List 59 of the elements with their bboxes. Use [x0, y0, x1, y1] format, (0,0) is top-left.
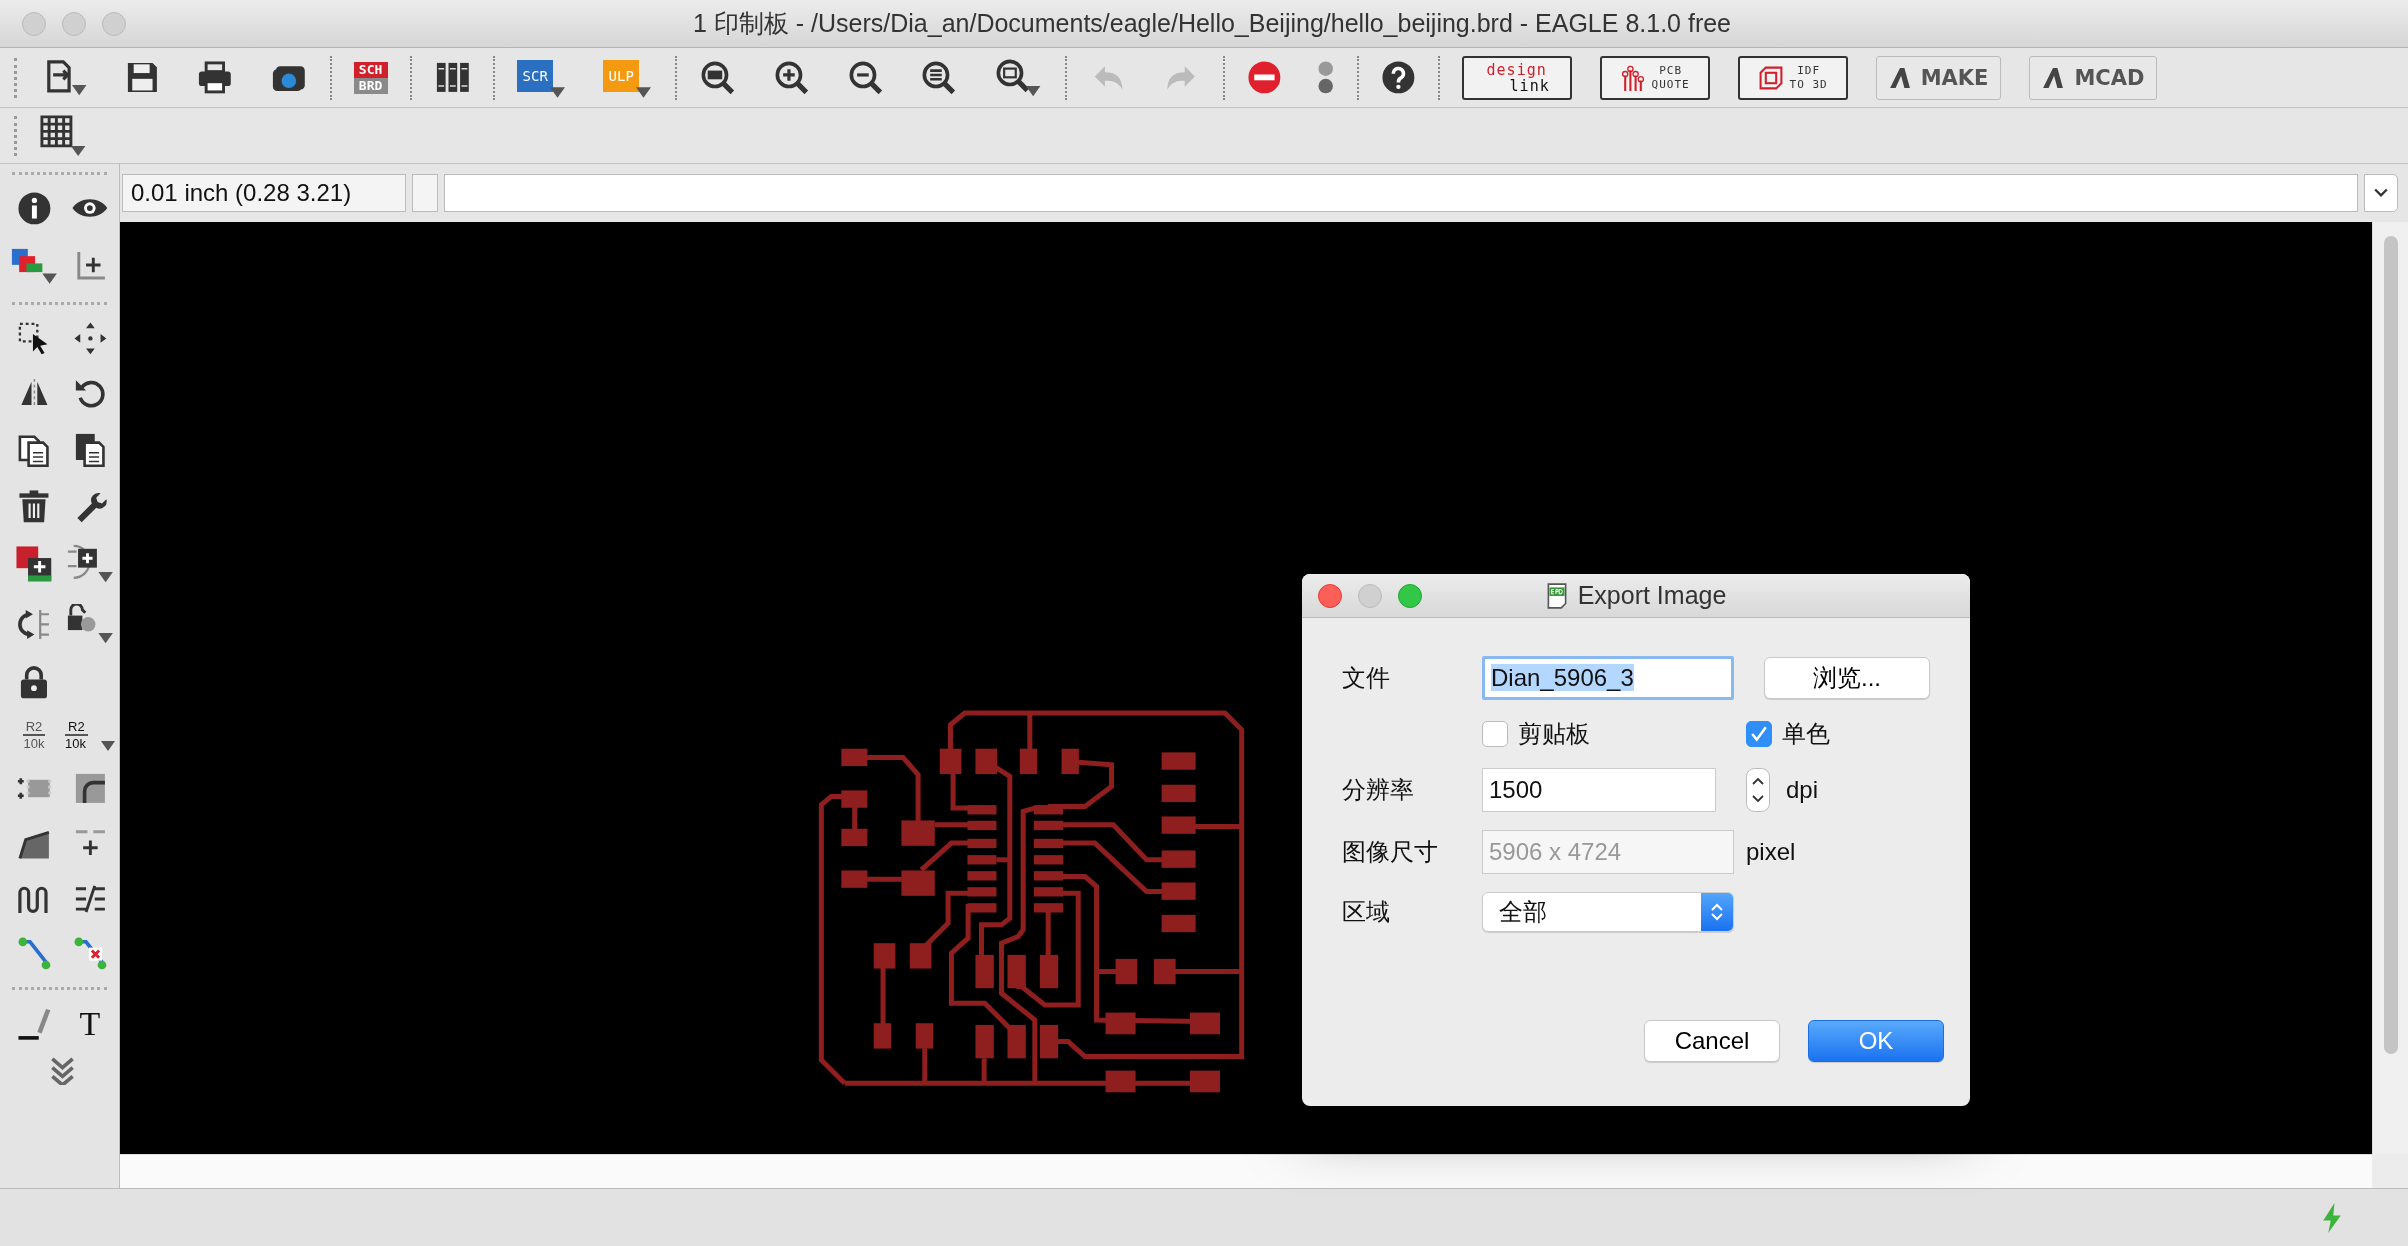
logo-icon [2042, 66, 2065, 89]
checkbox-label: 剪贴板 [1518, 719, 1590, 749]
route-icon[interactable] [16, 935, 52, 971]
status-field [412, 174, 438, 212]
stop-icon[interactable] [1246, 60, 1282, 95]
coordinate-display: 0.01 inch (0.28 3.21) [122, 174, 406, 212]
dropdown-button[interactable] [2364, 174, 2398, 212]
checkbox[interactable] [1746, 721, 1772, 747]
lightning-icon [2322, 1202, 2342, 1233]
help-icon[interactable] [1380, 60, 1416, 95]
field-label: 分辨率 [1342, 775, 1415, 805]
caret-icon [550, 86, 566, 98]
value-tool[interactable]: R2 10k [65, 719, 115, 752]
smash-icon[interactable] [65, 604, 115, 645]
dots-icon[interactable] [1317, 60, 1335, 95]
resolution-field[interactable]: 1500 [1482, 768, 1716, 812]
print-icon[interactable] [196, 60, 234, 95]
add-part-icon[interactable] [15, 544, 53, 583]
pen-icon[interactable] [16, 1006, 52, 1042]
window-title: 1 印制板 - /Users/Dia_an/Documents/eagle/Hello_Beijing/hello_beijing.brd - EAGLE 8.1.0 free [692, 8, 1732, 39]
circuit-icon [1619, 64, 1646, 91]
file-name-field[interactable]: Dian_5906_3 [1482, 656, 1734, 700]
board-file-icon [1545, 581, 1568, 610]
unit-label: pixel [1746, 838, 1797, 866]
replace-icon[interactable] [65, 543, 115, 585]
updown-arrows-icon [1710, 902, 1724, 922]
close-button[interactable] [1318, 583, 1342, 608]
checkmark-icon [1750, 725, 1768, 743]
logo-icon [1888, 66, 1911, 89]
chevron-down-icon [2374, 188, 2388, 198]
field-label: 图像尺寸 [1342, 837, 1439, 867]
caret-icon [636, 86, 652, 98]
cancel-button[interactable]: Cancel [1644, 1020, 1780, 1062]
info-icon[interactable] [16, 191, 52, 226]
checkbox[interactable] [1482, 721, 1508, 747]
name-tool[interactable]: R2 10k [14, 719, 54, 752]
ripup-icon[interactable] [72, 935, 108, 971]
browse-button[interactable]: 浏览... [1764, 657, 1930, 699]
unit-label: dpi [1786, 776, 1820, 804]
pcb-quote-button[interactable]: PCB QUOTE [1599, 55, 1710, 100]
dialog-title: Export Image [1577, 581, 1727, 610]
field-label: 区域 [1342, 897, 1391, 927]
idf-to-3d-button[interactable]: IDF TO 3D [1737, 55, 1848, 100]
area-select[interactable]: 全部 [1482, 892, 1734, 932]
command-input[interactable] [444, 174, 2358, 212]
trash-icon[interactable] [18, 488, 50, 524]
design-link-button[interactable]: design link [1461, 55, 1572, 100]
make-button[interactable]: MAKE [1875, 55, 2002, 100]
mcad-button[interactable]: MCAD [2029, 55, 2158, 100]
field-label: 文件 [1342, 663, 1391, 693]
move-icon[interactable] [72, 321, 108, 357]
caret-icon [101, 741, 115, 752]
text-tool[interactable]: T [72, 1005, 108, 1042]
horizontal-scrollbar[interactable] [120, 1154, 2372, 1188]
checkbox-label: 单色 [1782, 719, 1830, 749]
stepper-icon[interactable] [1746, 768, 1770, 812]
scrollbar-thumb[interactable] [2383, 236, 2398, 1054]
lock-icon[interactable] [18, 664, 50, 700]
cube-icon [1757, 64, 1784, 91]
